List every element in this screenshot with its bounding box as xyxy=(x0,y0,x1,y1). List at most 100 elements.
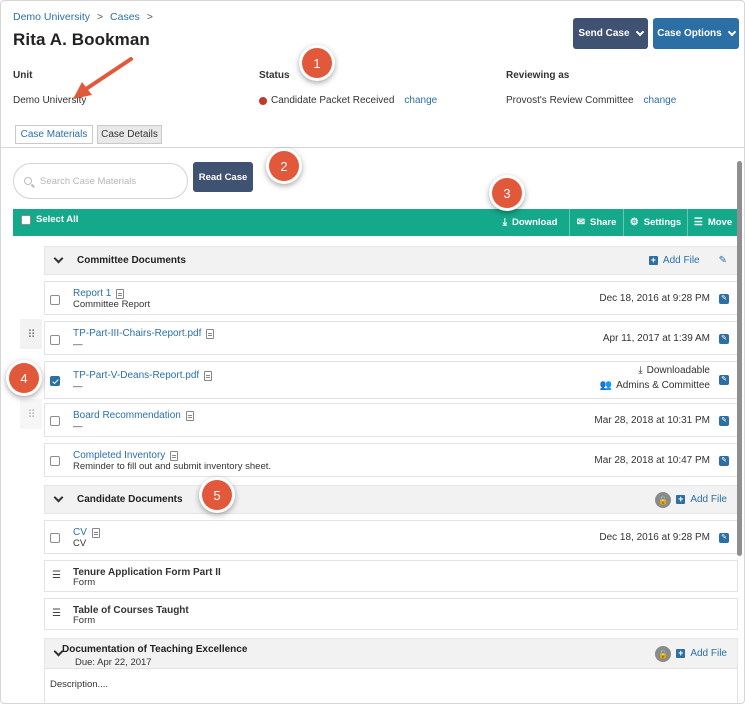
gears-icon: ⚙ xyxy=(629,217,639,228)
edit-icon[interactable]: ✎ xyxy=(719,416,729,426)
section-committee-documents[interactable]: Committee Documents + Add File ✎ xyxy=(44,246,738,275)
file-title[interactable]: Completed Inventory xyxy=(73,450,179,461)
file-title-text: TP-Part-V-Deans-Report.pdf xyxy=(73,370,200,381)
unlock-icon[interactable]: 🔓 xyxy=(655,646,671,662)
reviewing-value: Provost's Review Committee change xyxy=(506,95,676,106)
file-title-text: Report 1 xyxy=(73,288,112,299)
file-title[interactable]: Board Recommendation xyxy=(73,410,194,421)
search-input[interactable]: Search Case Materials xyxy=(13,163,188,199)
add-file-button[interactable]: + Add File ✎ xyxy=(648,255,727,266)
scrollbar[interactable] xyxy=(737,161,742,556)
downloadable-text: Downloadable xyxy=(646,365,710,376)
list-item[interactable]: ☰ Table of Courses Taught Form xyxy=(44,598,738,630)
downloadable-badge: ⤓ Downloadable xyxy=(638,365,710,376)
file-subtitle: Committee Report xyxy=(73,299,151,310)
list-item[interactable]: TP-Part-V-Deans-Report.pdf — ⤓ Downloada… xyxy=(44,361,738,399)
due-date: Due: Apr 22, 2017 xyxy=(75,657,152,668)
edit-icon[interactable]: ✎ xyxy=(719,456,729,466)
row-checkbox[interactable] xyxy=(50,335,60,345)
list-item[interactable]: CV CV Dec 18, 2016 at 9:28 PM ✎ xyxy=(44,520,738,554)
file-title-text: Completed Inventory xyxy=(73,450,166,461)
pdf-icon xyxy=(116,288,125,299)
plus-icon: + xyxy=(676,494,686,504)
status-dot-icon xyxy=(259,96,267,105)
settings-button[interactable]: ⚙ Settings xyxy=(623,209,687,236)
edit-icon[interactable]: ✎ xyxy=(719,533,729,543)
list-item[interactable]: Board Recommendation — Mar 28, 2018 at 1… xyxy=(44,403,738,437)
chevron-down-icon[interactable] xyxy=(53,253,64,264)
plus-icon: + xyxy=(676,648,686,658)
reviewing-label: Reviewing as xyxy=(506,70,570,81)
drag-handle-icon[interactable]: ⠿ xyxy=(20,399,42,429)
arrow-annotation xyxy=(73,57,133,99)
pencil-icon[interactable]: ✎ xyxy=(719,255,727,266)
drag-handle-icon[interactable]: ⠿ xyxy=(20,319,42,349)
section-title: Committee Documents xyxy=(77,255,186,266)
download-button[interactable]: ⤓ Download xyxy=(491,209,569,236)
row-checkbox[interactable] xyxy=(50,295,60,305)
file-date: Apr 11, 2017 at 1:39 AM xyxy=(602,333,710,344)
status-change-link[interactable]: change xyxy=(404,95,437,106)
row-checkbox[interactable] xyxy=(50,533,60,543)
section-teaching-excellence[interactable]: Documentation of Teaching Excellence Due… xyxy=(44,638,738,669)
download-icon: ⤓ xyxy=(502,217,508,228)
row-checkbox[interactable] xyxy=(50,376,60,386)
status-label: Status xyxy=(259,70,290,81)
form-subtitle: Form xyxy=(73,615,96,626)
file-subtitle: — xyxy=(73,381,83,392)
envelope-icon: ✉ xyxy=(576,217,585,228)
edit-icon[interactable]: ✎ xyxy=(719,334,729,344)
read-case-button[interactable]: Read Case xyxy=(193,162,253,192)
list-item[interactable]: Completed Inventory Reminder to fill out… xyxy=(44,443,738,477)
file-title[interactable]: CV xyxy=(73,527,100,538)
step-marker: 1 xyxy=(302,48,332,78)
select-all-checkbox[interactable] xyxy=(21,214,31,225)
list-icon: ☰ xyxy=(52,570,61,581)
breadcrumb-demo-university[interactable]: Demo University xyxy=(13,11,90,23)
list-item[interactable]: TP-Part-III-Chairs-Report.pdf — Apr 11, … xyxy=(44,321,738,355)
section-description: Description.... xyxy=(44,668,738,703)
chevron-down-icon[interactable] xyxy=(53,492,64,503)
add-file-button[interactable]: + Add File xyxy=(676,648,727,659)
select-all[interactable]: Select All xyxy=(21,214,78,225)
file-subtitle: — xyxy=(73,421,83,432)
tab-case-materials[interactable]: Case Materials xyxy=(15,125,93,144)
search-placeholder: Search Case Materials xyxy=(40,175,137,187)
case-options-button[interactable]: Case Options xyxy=(653,18,739,49)
tab-case-details[interactable]: Case Details xyxy=(97,125,162,144)
file-date: Dec 18, 2016 at 9:28 PM xyxy=(599,293,710,304)
move-button[interactable]: ☰ Move xyxy=(687,209,738,236)
reviewing-value-text: Provost's Review Committee xyxy=(506,95,634,106)
unlock-icon[interactable]: 🔓 xyxy=(655,492,671,508)
case-options-label: Case Options xyxy=(657,28,722,39)
row-checkbox[interactable] xyxy=(50,456,60,466)
add-file-button[interactable]: + Add File xyxy=(676,494,727,505)
share-button[interactable]: ✉ Share xyxy=(569,209,623,236)
section-candidate-documents[interactable]: Candidate Documents 🔓 + Add File xyxy=(44,485,738,514)
file-title[interactable]: TP-Part-V-Deans-Report.pdf xyxy=(73,370,213,381)
users-icon: 👥 xyxy=(599,380,613,391)
plus-icon: + xyxy=(648,255,658,265)
download-icon: ⤓ xyxy=(638,365,643,376)
share-label: Share xyxy=(589,217,617,228)
list-item[interactable]: ☰ Tenure Application Form Part II Form xyxy=(44,560,738,592)
file-title[interactable]: TP-Part-III-Chairs-Report.pdf xyxy=(73,328,215,339)
file-title[interactable]: Report 1 xyxy=(73,288,125,299)
step-marker: 3 xyxy=(492,178,522,208)
file-title-text: TP-Part-III-Chairs-Report.pdf xyxy=(73,328,202,339)
visibility-text: Admins & Committee xyxy=(616,380,710,391)
row-checkbox[interactable] xyxy=(50,416,60,426)
step-marker: 5 xyxy=(202,480,232,510)
breadcrumb-cases[interactable]: Cases xyxy=(110,11,140,23)
pdf-icon xyxy=(204,370,213,381)
edit-icon[interactable]: ✎ xyxy=(719,375,729,385)
list-icon: ☰ xyxy=(52,608,61,619)
reviewing-change-link[interactable]: change xyxy=(644,95,677,106)
step-marker: 4 xyxy=(9,363,39,393)
send-case-button[interactable]: Send Case xyxy=(573,18,648,49)
breadcrumb-separator: > xyxy=(96,11,104,23)
list-item[interactable]: Report 1 Committee Report Dec 18, 2016 a… xyxy=(44,281,738,315)
unit-label: Unit xyxy=(13,70,33,81)
edit-icon[interactable]: ✎ xyxy=(719,294,729,304)
download-label: Download xyxy=(512,217,558,228)
